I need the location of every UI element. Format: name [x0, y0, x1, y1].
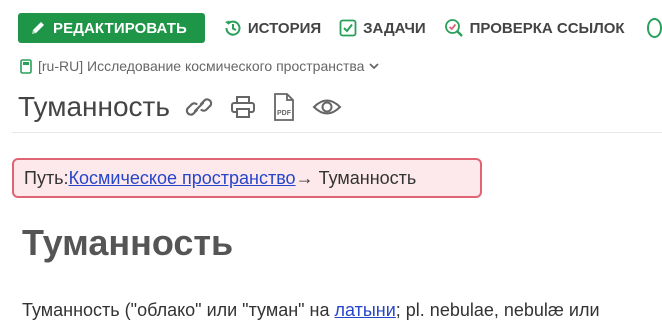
path-prefix: Путь: — [24, 167, 69, 188]
permalink-button[interactable] — [184, 95, 214, 119]
pencil-icon — [32, 22, 44, 34]
pdf-button[interactable]: PDF — [272, 93, 296, 121]
tasks-link[interactable]: ЗАДАЧИ — [339, 19, 426, 37]
page: РЕДАКТИРОВАТЬ ИСТОРИЯ ЗАДАЧИ ПРОВЕРКА СС… — [0, 0, 662, 324]
check-links-link[interactable]: ПРОВЕРКА ССЫЛОК — [444, 18, 625, 38]
watch-button[interactable] — [312, 96, 342, 118]
check-links-label: ПРОВЕРКА ССЫЛОК — [469, 19, 625, 37]
article-heading: Туманность — [22, 222, 234, 263]
book-icon — [20, 58, 32, 74]
toolbar: РЕДАКТИРОВАТЬ ИСТОРИЯ ЗАДАЧИ ПРОВЕРКА СС… — [18, 13, 662, 43]
divider — [12, 132, 662, 133]
history-label: ИСТОРИЯ — [247, 19, 322, 37]
link-check-icon — [444, 19, 463, 37]
latin-link[interactable]: латыни — [335, 300, 396, 320]
tasks-label: ЗАДАЧИ — [363, 19, 426, 37]
edit-button[interactable]: РЕДАКТИРОВАТЬ — [18, 13, 205, 43]
checkbox-icon — [339, 19, 357, 37]
path-current: → Туманность — [295, 167, 417, 188]
print-icon — [230, 96, 255, 118]
title-row: Туманность PDF — [18, 88, 342, 126]
page-title: Туманность — [18, 91, 170, 122]
article-paragraph: Туманность ("облако" или "туман" на латы… — [22, 300, 662, 321]
path-breadcrumb: Путь: Космическое пространство → Туманно… — [12, 158, 482, 198]
edit-button-label: РЕДАКТИРОВАТЬ — [53, 19, 187, 37]
path-link-space[interactable]: Космическое пространство — [69, 168, 296, 189]
svg-text:PDF: PDF — [277, 110, 292, 117]
print-button[interactable] — [230, 95, 256, 119]
more-icon[interactable] — [646, 18, 662, 38]
para-text-start: Туманность ("облако" или "туман" на — [22, 300, 335, 320]
history-link[interactable]: ИСТОРИЯ — [224, 19, 321, 37]
book-selector[interactable]: [ru-RU] Исследование космического простр… — [20, 58, 386, 74]
eye-icon — [312, 99, 342, 115]
book-label: [ru-RU] Исследование космического простр… — [38, 58, 365, 74]
link-icon — [185, 98, 213, 116]
para-text-end: ; pl. nebulae, nebulæ или — [395, 300, 600, 320]
pdf-icon: PDF — [274, 93, 294, 121]
chevron-down-icon — [369, 63, 380, 70]
history-icon — [224, 20, 241, 36]
